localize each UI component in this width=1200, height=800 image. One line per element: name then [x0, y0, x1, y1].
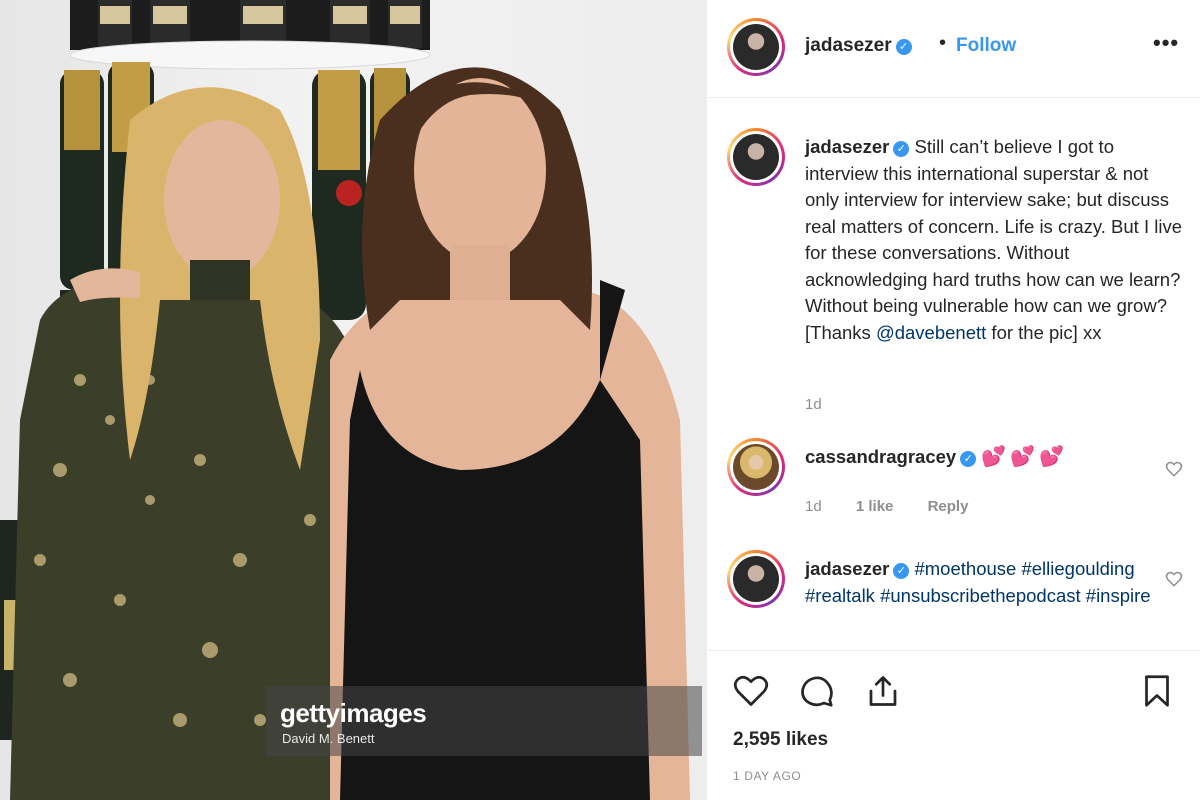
mention-link[interactable]: @davebenett [876, 322, 986, 343]
comment-avatar[interactable] [727, 550, 785, 608]
instagram-post: gettyimages David M. Benett jadasezer ✓ •… [0, 0, 1200, 800]
caption-body-end: for the pic] xx [986, 321, 1102, 343]
caption-time[interactable]: 1d [805, 396, 822, 413]
separator-dot: • [939, 32, 947, 54]
comment-username[interactable]: jadasezer [805, 558, 889, 579]
share-icon[interactable] [865, 673, 901, 709]
caption-avatar[interactable] [727, 128, 785, 186]
comment-time[interactable]: 1d [805, 498, 822, 515]
hashtag-link[interactable]: #unsubscribethepodcast [880, 585, 1081, 606]
caption-meta: 1d [805, 396, 852, 413]
follow-button[interactable]: Follow [956, 35, 1016, 57]
post-photo[interactable]: gettyimages David M. Benett [0, 0, 706, 800]
hashtag-link[interactable]: #elliegoulding [1021, 558, 1134, 579]
comment-body: 💕💕💕 [981, 446, 1069, 468]
getty-watermark: gettyimages David M. Benett [266, 686, 702, 756]
verified-icon: ✓ [893, 563, 910, 579]
verified-icon: ✓ [895, 39, 912, 55]
comments-list[interactable]: jadasezer ✓ Still can’t believe I got to … [707, 98, 1200, 650]
comment-text: cassandragracey ✓ 💕💕💕 [805, 444, 1185, 471]
comment-text: jadasezer ✓ #moethouse #elliegoulding #re… [805, 556, 1185, 609]
more-icon[interactable]: ••• [1153, 30, 1179, 56]
heart-icon[interactable] [733, 673, 769, 709]
comment-avatar[interactable] [727, 438, 785, 496]
post-timestamp[interactable]: 1 DAY AGO [733, 769, 801, 783]
caption-text: jadasezer ✓ Still can’t believe I got to … [805, 134, 1185, 346]
verified-icon: ✓ [960, 451, 977, 467]
comment-meta: 1d 1 like Reply [805, 498, 998, 515]
post-header: jadasezer ✓ • Follow ••• [707, 0, 1200, 98]
getty-logo: gettyimages [280, 698, 427, 728]
photo-scene [0, 0, 690, 800]
bookmark-icon[interactable] [1139, 673, 1175, 709]
comment-icon[interactable] [799, 673, 835, 709]
header-user: jadasezer ✓ [805, 35, 912, 57]
hashtag-link[interactable]: #realtalk [805, 585, 875, 606]
comment-heart-icon[interactable] [1165, 570, 1183, 588]
reply-button[interactable]: Reply [928, 498, 969, 515]
photo-credit: David M. Benett [282, 731, 375, 746]
header-username[interactable]: jadasezer [805, 35, 892, 56]
hashtag-link[interactable]: #moethouse [914, 558, 1016, 579]
post-side-panel: jadasezer ✓ • Follow ••• jadasezer ✓ Still… [706, 0, 1200, 800]
actions-bar: 2,595 likes 1 DAY AGO [707, 650, 1200, 800]
comment-likes[interactable]: 1 like [856, 498, 894, 515]
comment-heart-icon[interactable] [1165, 460, 1183, 478]
caption-body: Still can’t believe I got to interview t… [805, 136, 1182, 343]
verified-icon: ✓ [893, 141, 910, 157]
profile-avatar[interactable] [727, 18, 785, 76]
likes-count[interactable]: 2,595 likes [733, 729, 828, 751]
caption-username[interactable]: jadasezer [805, 136, 889, 157]
hashtag-link[interactable]: #inspire [1086, 585, 1151, 606]
comment-username[interactable]: cassandragracey [805, 446, 956, 467]
